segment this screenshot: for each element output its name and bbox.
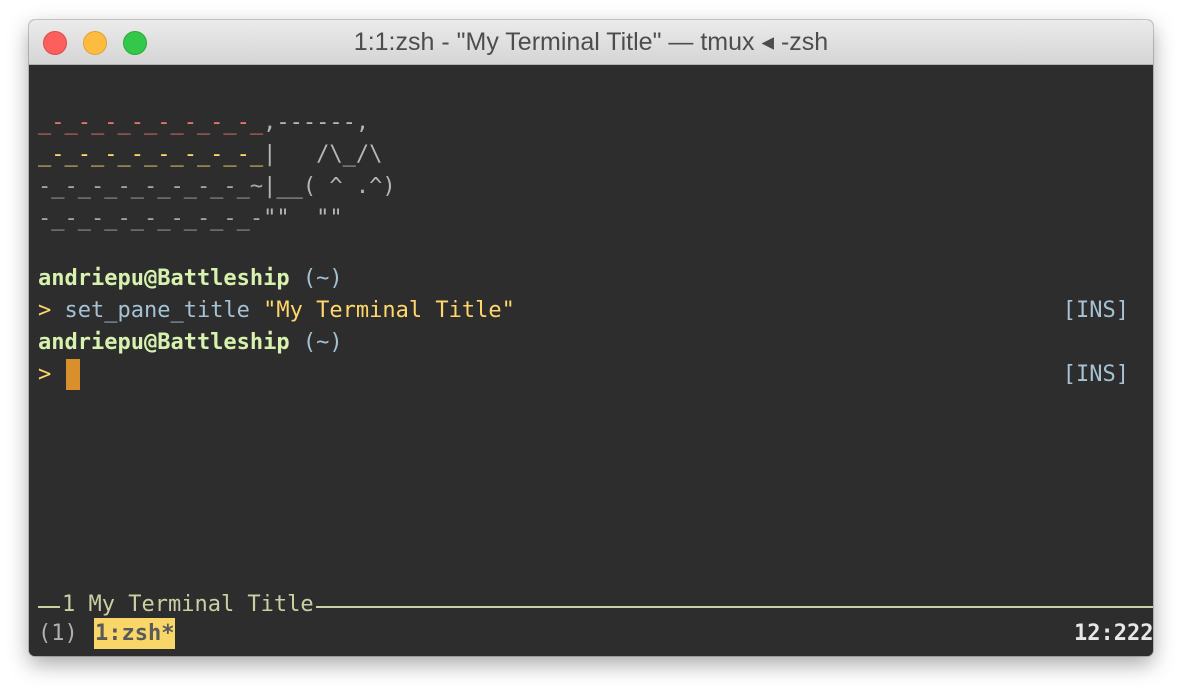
tmux-status-bar: (1) 1:zsh* 12:222: [29, 618, 1153, 649]
ascii-cat-3: |__( ^ .^): [263, 174, 396, 199]
window-title: 1:1:zsh - "My Terminal Title" — tmux ◂ -…: [353, 28, 829, 56]
ascii-cat-1: ,------,: [263, 110, 370, 135]
current-dir: (~): [289, 266, 343, 291]
ascii-art-line-1: _-_-_-_-_-_-_-_-_,------,: [38, 107, 369, 139]
ascii-trail-2: _-_-_-_-_-_-_-_-_: [38, 142, 264, 167]
command-text: set_pane_title: [51, 298, 264, 323]
user-host: andriepu@Battleship: [38, 266, 290, 291]
ascii-trail-3: -_-_-_-_-_-_-_-_~: [38, 174, 264, 199]
command-line-2[interactable]: >: [38, 359, 51, 391]
prompt-header-2: andriepu@Battleship (~): [38, 327, 343, 359]
text-cursor: [66, 359, 80, 390]
ascii-trail-1: _-_-_-_-_-_-_-_-_: [38, 110, 264, 135]
terminal-pane[interactable]: _-_-_-_-_-_-_-_-_,------, _-_-_-_-_-_-_-…: [29, 65, 1153, 656]
ascii-art-line-3: -_-_-_-_-_-_-_-_~|__( ^ .^): [38, 171, 396, 203]
current-dir: (~): [289, 330, 343, 355]
ascii-cat-2: | /\_/\: [263, 142, 383, 167]
status-clock: 12:222: [1074, 621, 1153, 646]
vi-mode-indicator: [INS]: [1062, 298, 1129, 323]
prompt-header-1: andriepu@Battleship (~): [38, 263, 343, 295]
title-bar[interactable]: 1:1:zsh - "My Terminal Title" — tmux ◂ -…: [29, 20, 1153, 65]
active-window-tab[interactable]: 1:zsh*: [94, 618, 176, 649]
vi-mode-indicator: [INS]: [1062, 362, 1129, 387]
ascii-trail-4: -_-_-_-_-_-_-_-_-: [38, 206, 264, 231]
session-name: (1): [38, 621, 78, 646]
ascii-cat-4: "" "": [263, 206, 343, 231]
prompt-symbol: >: [38, 362, 52, 387]
command-line-1: > set_pane_title "My Terminal Title": [38, 295, 515, 327]
terminal-window: 1:1:zsh - "My Terminal Title" — tmux ◂ -…: [29, 20, 1153, 656]
ascii-art-line-4: -_-_-_-_-_-_-_-_-"" "": [38, 203, 343, 235]
user-host: andriepu@Battleship: [38, 330, 290, 355]
command-argument: "My Terminal Title": [263, 298, 515, 323]
pane-title: 1 My Terminal Title: [60, 589, 316, 621]
prompt-symbol: >: [38, 298, 52, 323]
ascii-art-line-2: _-_-_-_-_-_-_-_-_| /\_/\: [38, 139, 382, 171]
